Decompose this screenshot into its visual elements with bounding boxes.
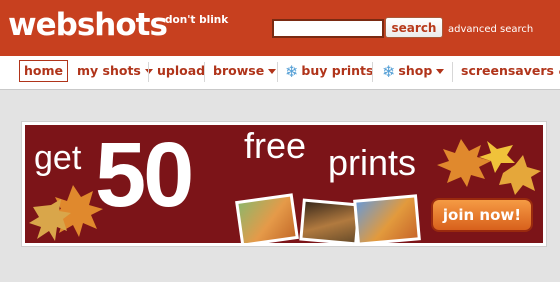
maple-leaf-icon — [437, 139, 541, 195]
banner-get-text: get — [34, 139, 82, 177]
nav-upload[interactable]: upload — [157, 60, 205, 82]
nav-divider — [204, 62, 205, 82]
nav-my-shots[interactable]: my shots — [77, 60, 153, 82]
banner-free-text: free — [244, 125, 307, 166]
tagline: don't blink — [165, 14, 229, 26]
nav-screensavers[interactable]: screensavers & w — [461, 60, 560, 82]
nav-divider — [372, 62, 373, 82]
photo-thumbnail — [235, 193, 299, 243]
nav-screensavers-label: screensavers & w — [461, 63, 560, 78]
nav-browse-label: browse — [213, 63, 265, 78]
search-input[interactable] — [272, 19, 384, 38]
nav-home-label: home — [24, 63, 63, 78]
banner-prints-text: prints — [328, 142, 417, 183]
nav-divider — [148, 62, 149, 82]
nav-browse[interactable]: browse — [213, 60, 277, 82]
nav-home[interactable]: home — [19, 60, 68, 82]
nav-divider — [452, 62, 453, 82]
nav-my-shots-label: my shots — [77, 63, 141, 78]
nav-upload-label: upload — [157, 63, 206, 78]
main-nav: home my shots upload browse ❄ buy prints … — [0, 56, 560, 90]
join-now-button[interactable]: join now! — [433, 200, 531, 230]
chevron-down-icon — [268, 69, 277, 74]
header-bar: web shots don't blink search advanced se… — [0, 0, 560, 56]
webshots-logo[interactable]: web shots — [8, 5, 168, 45]
nav-shop[interactable]: ❄ shop — [382, 60, 445, 82]
nav-divider — [277, 62, 278, 82]
maple-leaf-icon — [29, 185, 103, 241]
nav-shop-label: shop — [398, 63, 433, 78]
photo-thumbnail — [353, 194, 421, 243]
search-button[interactable]: search — [385, 17, 443, 38]
nav-buy-prints-label: buy prints — [301, 63, 374, 78]
snowflake-icon: ❄ — [382, 61, 396, 81]
advanced-search-link[interactable]: advanced search — [448, 24, 533, 35]
snowflake-icon: ❄ — [285, 61, 299, 81]
promo-banner[interactable]: get 50 free prints join now! — [25, 125, 543, 243]
banner-number: 50 — [95, 125, 194, 226]
nav-buy-prints[interactable]: ❄ buy prints — [285, 60, 373, 82]
photo-thumbnail — [299, 198, 361, 243]
chevron-down-icon — [436, 69, 445, 74]
logo-text-web: web — [8, 7, 78, 43]
logo-text-shots: shots — [76, 7, 168, 43]
